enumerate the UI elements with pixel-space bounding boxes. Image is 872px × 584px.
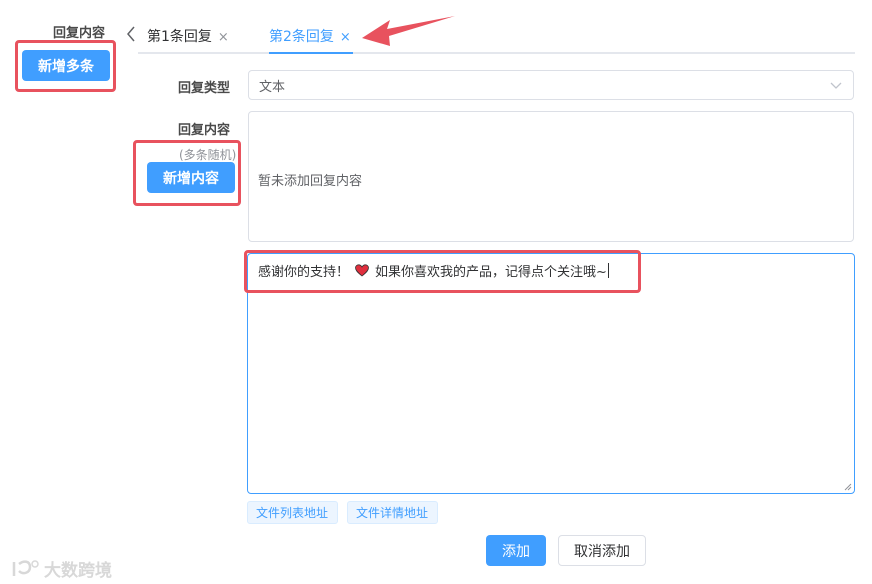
file-detail-url-button[interactable]: 文件详情地址: [347, 501, 438, 524]
textarea-text: 感谢你的支持！: [258, 265, 350, 280]
annotation-arrow-icon: [362, 16, 455, 46]
watermark: 大数跨境: [10, 556, 112, 581]
tab-active-indicator: [269, 52, 353, 54]
chevron-down-icon: [830, 82, 842, 89]
tab-label: 第2条回复: [269, 29, 334, 45]
reply-type-select[interactable]: 文本: [248, 70, 854, 100]
watermark-logo-icon: [12, 559, 39, 576]
section-label: 回复内容: [53, 26, 106, 41]
close-icon[interactable]: ×: [218, 30, 229, 45]
add-button[interactable]: 添加: [486, 535, 546, 566]
reply-content-label: 回复内容: [178, 123, 231, 138]
resize-grip-icon[interactable]: [844, 483, 852, 491]
empty-content-text: 暂未添加回复内容: [258, 174, 363, 189]
file-list-url-button[interactable]: 文件列表地址: [247, 501, 338, 524]
tabs-divider: [138, 52, 855, 54]
cancel-add-button[interactable]: 取消添加: [558, 535, 646, 566]
text-caret: [607, 263, 609, 278]
add-content-button[interactable]: 新增内容: [147, 162, 235, 193]
close-icon[interactable]: ×: [340, 30, 351, 45]
watermark-text: 大数跨境: [44, 561, 112, 581]
add-multiple-button[interactable]: 新增多条: [22, 50, 110, 81]
reply-type-label: 回复类型: [178, 81, 231, 96]
tab-reply-1[interactable]: 第1条回复 ×: [147, 26, 229, 46]
tab-label: 第1条回复: [147, 29, 212, 45]
chevron-left-icon[interactable]: [124, 24, 138, 44]
reply-textarea[interactable]: [247, 253, 855, 494]
textarea-text: 如果你喜欢我的产品，记得点个关注哦~: [375, 265, 607, 280]
reply-type-value: 文本: [259, 79, 286, 95]
random-hint: (多条随机): [179, 148, 237, 162]
heart-icon: [355, 264, 369, 277]
tab-reply-2[interactable]: 第2条回复 ×: [269, 26, 351, 46]
textarea-content: 感谢你的支持！ 如果你喜欢我的产品，记得点个关注哦~: [258, 261, 609, 280]
